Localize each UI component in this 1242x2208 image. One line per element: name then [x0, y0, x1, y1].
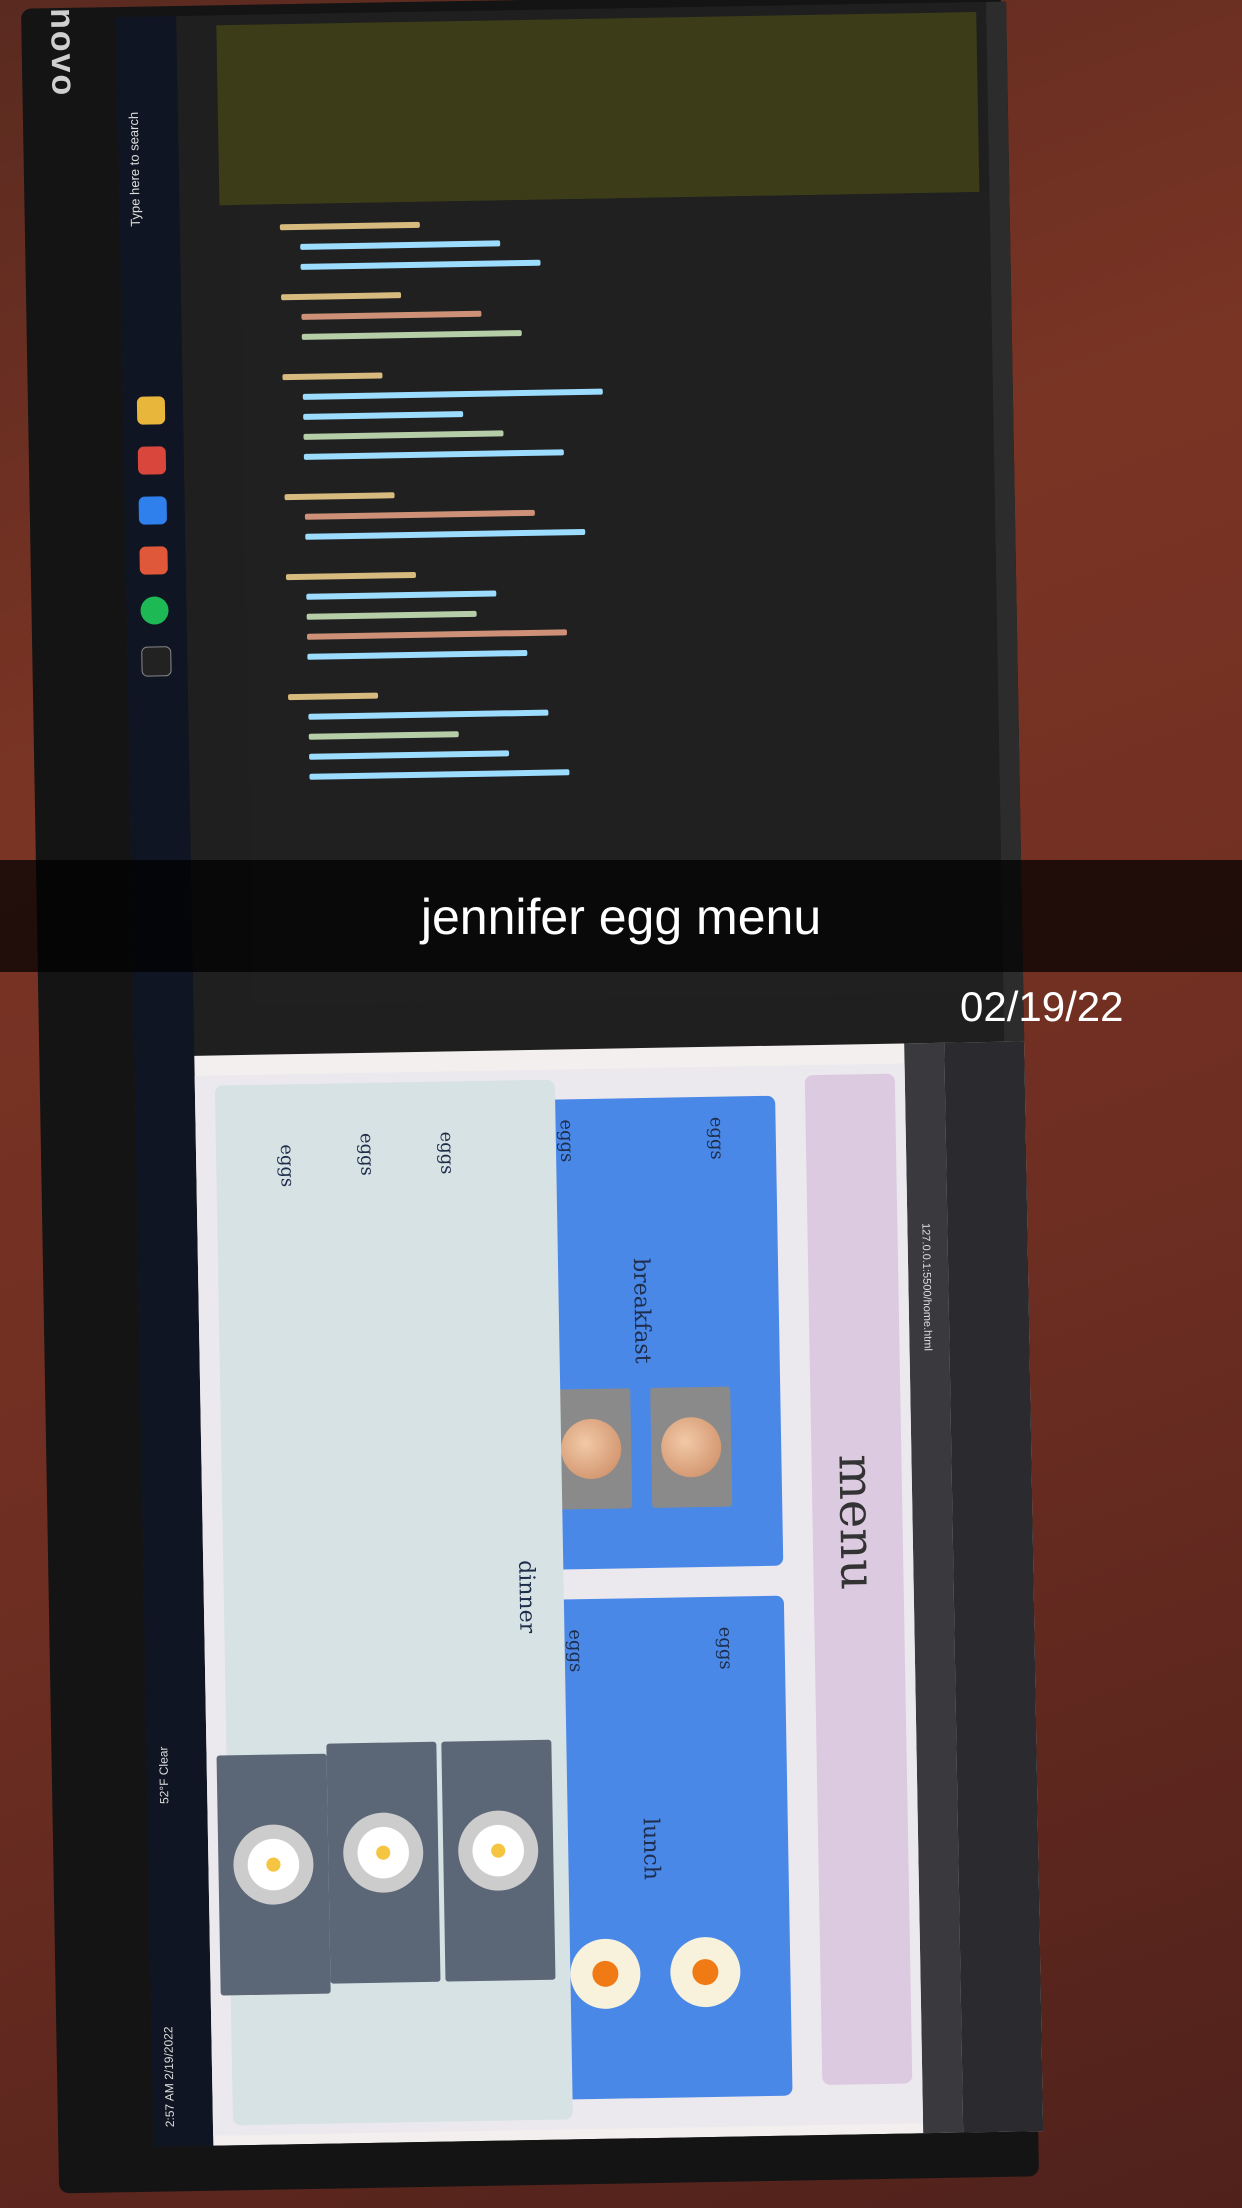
- code-line: [306, 629, 568, 640]
- vscode-icon[interactable]: [138, 496, 168, 525]
- code-line: [307, 649, 528, 660]
- monitor-brand: novo: [43, 7, 83, 98]
- breakfast-item-label: eggs: [555, 1119, 578, 1163]
- egg-image: [550, 1388, 633, 1510]
- breakfast-title: breakfast: [627, 1257, 655, 1364]
- code-line: [284, 492, 395, 501]
- code-line: [305, 528, 586, 540]
- code-line: [309, 750, 510, 760]
- code-line: [301, 330, 522, 340]
- web-page: menu breakfast eggs eggs lunch eggs eggs: [194, 1063, 924, 2136]
- fried-egg-image: [569, 1938, 641, 2010]
- code-line: [303, 411, 464, 420]
- code-line: [281, 292, 402, 301]
- egg-image: [650, 1386, 733, 1508]
- dinner-title: dinner: [513, 1559, 540, 1634]
- code-line: [306, 610, 477, 620]
- terminal-icon[interactable]: [141, 646, 172, 677]
- code-line: [302, 388, 603, 400]
- plate-image: [216, 1753, 331, 1996]
- screen: Type here to search 52°F Clear 2:57 AM 2…: [116, 1, 1044, 2147]
- dinner-item-label: eggs: [275, 1144, 298, 1188]
- code-line: [303, 449, 564, 460]
- dinner-card: dinner eggs eggs eggs: [214, 1079, 573, 2126]
- caption-text: jennifer egg menu: [420, 889, 822, 945]
- dinner-item-label: eggs: [435, 1131, 458, 1175]
- code-line: [300, 240, 501, 250]
- clock-date: 2/19/2022: [161, 2026, 177, 2080]
- file-explorer-icon[interactable]: [136, 396, 166, 425]
- code-line: [306, 590, 497, 600]
- code-line: [309, 769, 570, 780]
- fried-egg-image: [669, 1936, 741, 2008]
- code-line: [279, 221, 420, 231]
- code-line: [285, 571, 417, 581]
- taskbar-clock[interactable]: 2:57 AM 2/19/2022: [161, 2026, 177, 2127]
- plate-image: [326, 1741, 441, 1984]
- browser-window: 127.0.0.1:5500/home.html menu breakfast …: [194, 1041, 1044, 2146]
- page-title: menu: [827, 1453, 886, 1591]
- menu-header: menu: [804, 1073, 913, 2086]
- lunch-title: lunch: [637, 1817, 664, 1881]
- url-text: 127.0.0.1:5500/home.html: [919, 1223, 934, 1352]
- lunch-item-label: eggs: [564, 1629, 587, 1673]
- code-line: [301, 310, 482, 320]
- code-line: [308, 709, 549, 720]
- plate-image: [441, 1739, 556, 1982]
- lunch-item-label: eggs: [714, 1626, 737, 1670]
- monitor: novo Type here to search 52°F Clear 2:57…: [21, 0, 1044, 2194]
- code-line: [303, 430, 504, 440]
- code-line: [308, 731, 459, 740]
- code-line: [300, 259, 541, 270]
- editor-header-area: [216, 12, 980, 206]
- clock-time: 2:57 AM: [162, 2083, 178, 2128]
- taskbar-search[interactable]: Type here to search: [125, 36, 172, 227]
- weather-widget[interactable]: 52°F Clear: [156, 1746, 171, 1804]
- dinner-item-label: eggs: [355, 1132, 378, 1176]
- spotify-icon[interactable]: [140, 596, 169, 625]
- edge-icon[interactable]: [137, 446, 167, 475]
- brave-icon[interactable]: [139, 546, 168, 575]
- breakfast-item-label: eggs: [705, 1116, 728, 1160]
- date-stamp: 02/19/22: [960, 983, 1124, 1030]
- code-line: [304, 509, 535, 520]
- code-line: [288, 692, 379, 701]
- code-line: [282, 372, 383, 381]
